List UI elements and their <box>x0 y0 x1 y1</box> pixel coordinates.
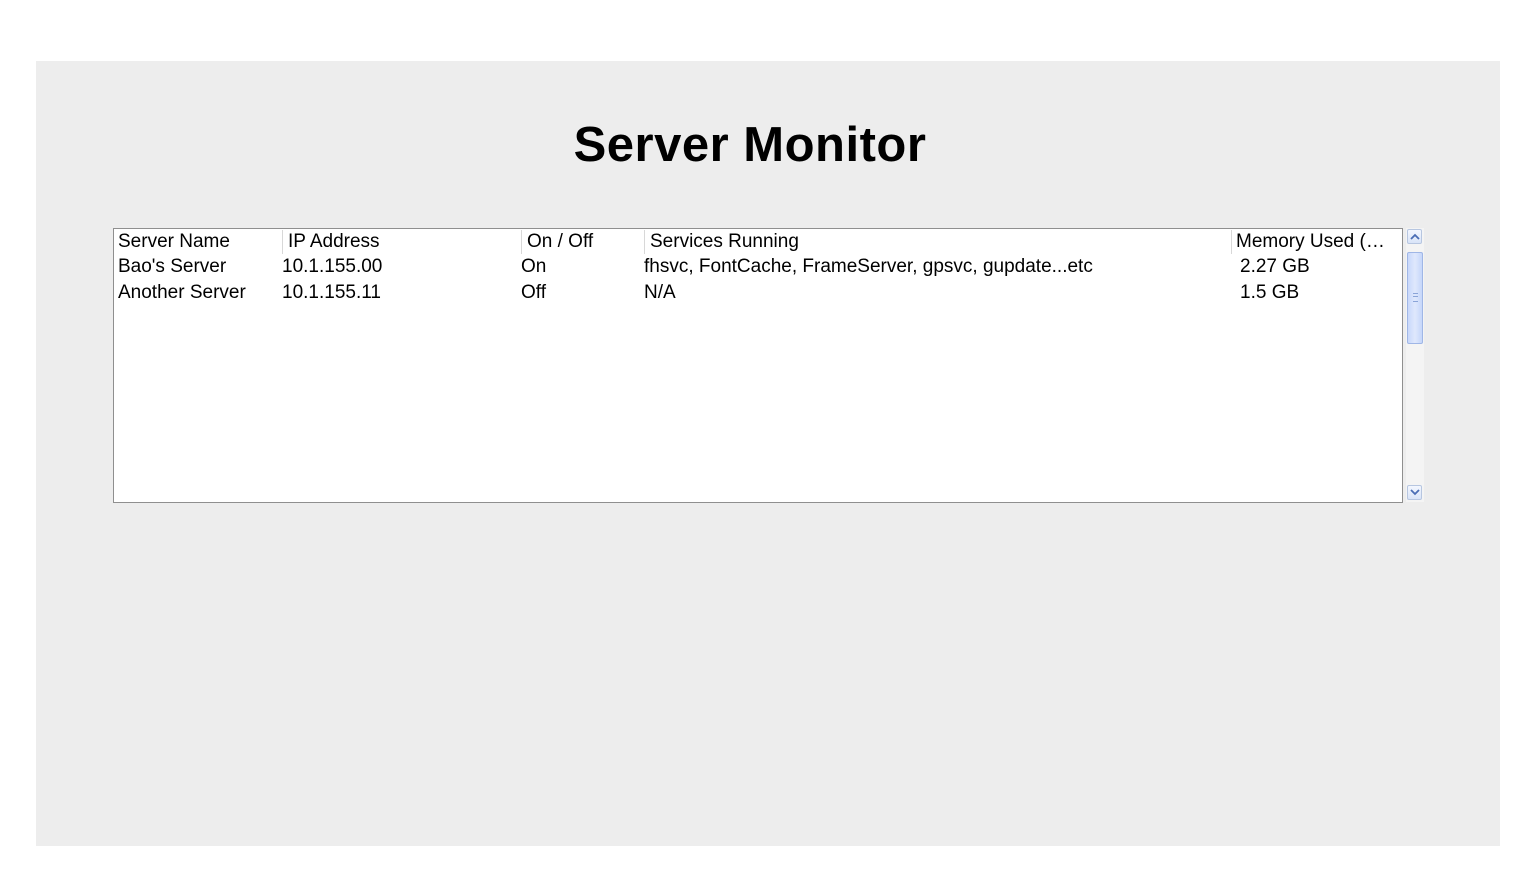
column-header-on-off[interactable]: On / Off <box>521 230 644 254</box>
column-header-memory-used[interactable]: Memory Used (… <box>1231 230 1402 254</box>
vertical-scrollbar[interactable] <box>1406 228 1424 502</box>
table-row[interactable]: Bao's Server 10.1.155.00 On fhsvc, FontC… <box>114 255 1402 279</box>
page-title: Server Monitor <box>573 118 927 172</box>
cell-services: fhsvc, FontCache, FrameServer, gpsvc, gu… <box>644 256 1093 277</box>
cell-ip-address: 10.1.155.00 <box>282 256 383 277</box>
cell-ip-address: 10.1.155.11 <box>282 282 381 303</box>
scroll-up-button[interactable] <box>1407 229 1422 244</box>
cell-status: Off <box>521 282 546 303</box>
column-header-ip-address[interactable]: IP Address <box>282 230 521 254</box>
cell-services: N/A <box>644 282 676 303</box>
cell-memory: 1.5 GB <box>1240 282 1300 303</box>
scroll-thumb[interactable] <box>1407 252 1423 344</box>
scroll-down-button[interactable] <box>1407 485 1422 500</box>
cell-server-name: Another Server <box>118 282 246 303</box>
column-header-services-running[interactable]: Services Running <box>644 230 1231 254</box>
column-header-server-name[interactable]: Server Name <box>114 230 282 254</box>
cell-memory: 2.27 GB <box>1240 256 1310 277</box>
server-table[interactable]: Server Name IP Address On / Off Services… <box>113 228 1403 503</box>
grip-icon <box>1413 293 1418 302</box>
server-monitor-window: Server Monitor Server Name IP Address On… <box>36 61 1500 846</box>
table-row[interactable]: Another Server 10.1.155.11 Off N/A 1.5 G… <box>114 281 1402 305</box>
cell-status: On <box>521 256 547 277</box>
table-header-row: Server Name IP Address On / Off Services… <box>114 230 1402 254</box>
cell-server-name: Bao's Server <box>118 256 227 277</box>
